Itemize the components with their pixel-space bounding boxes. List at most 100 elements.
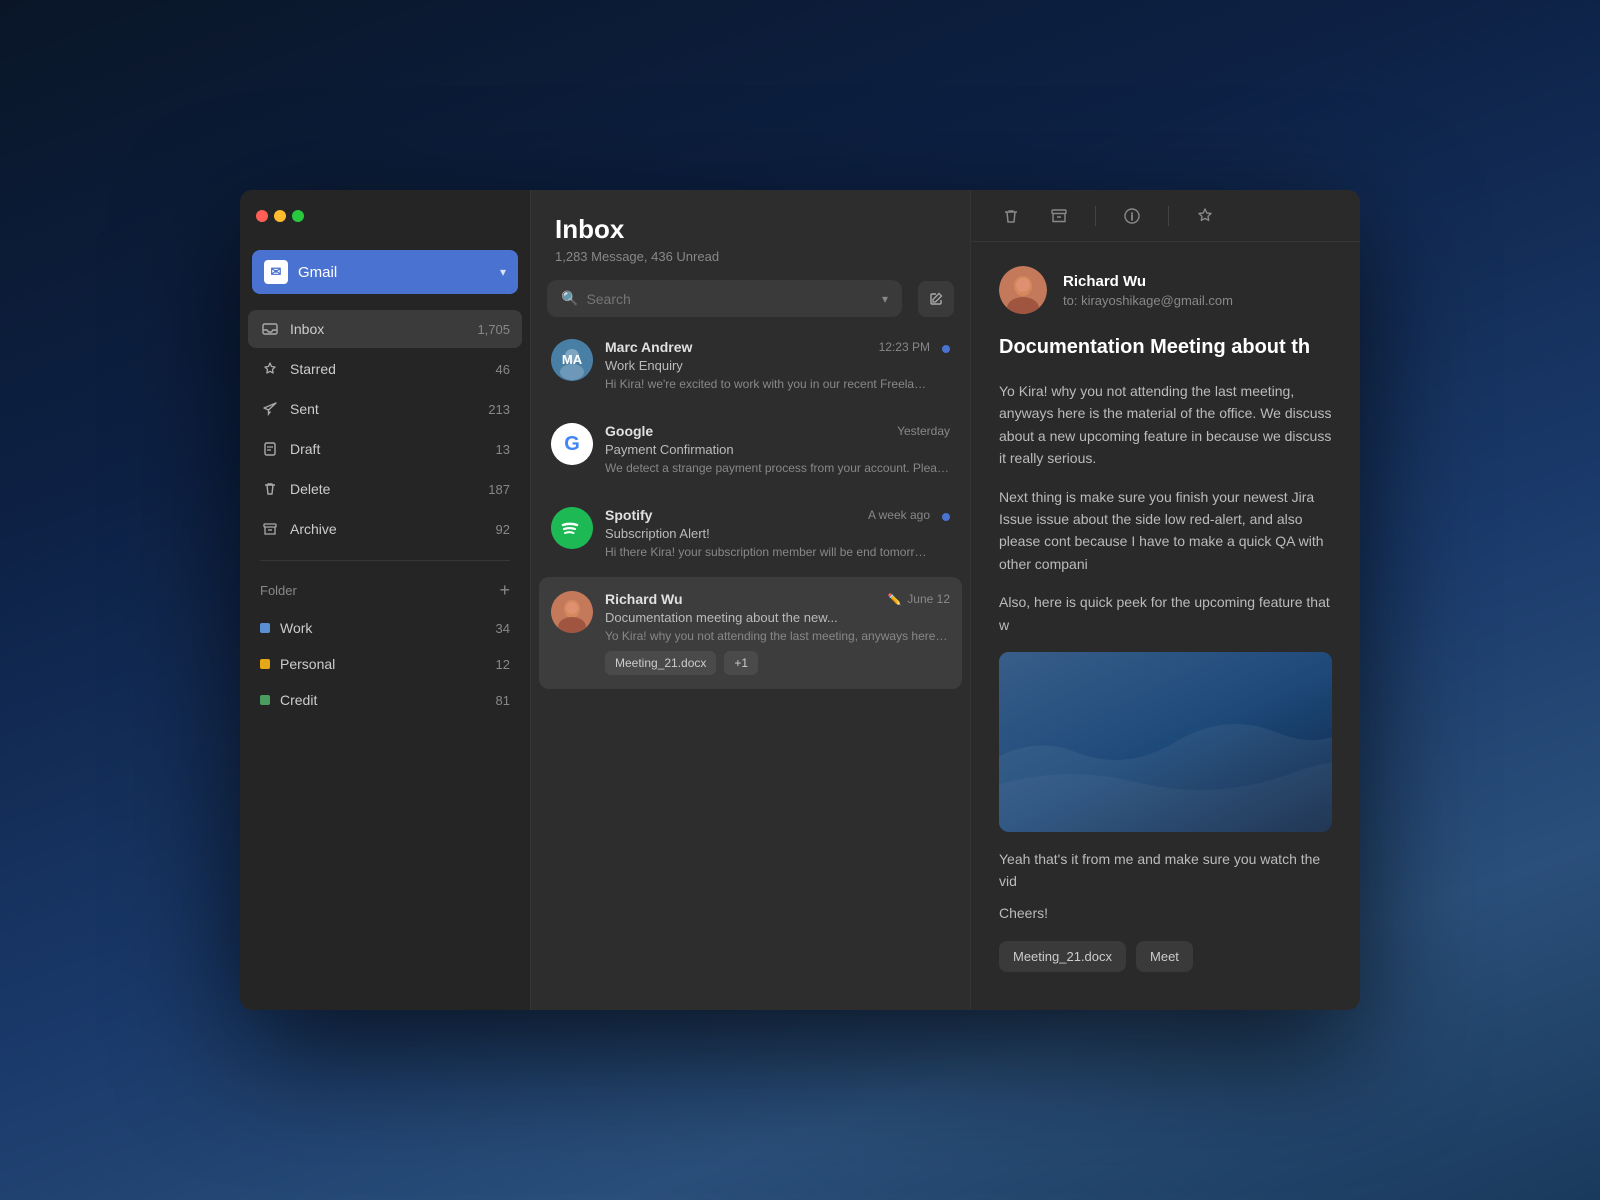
email-subject: Documentation meeting about the new...	[605, 610, 950, 625]
email-sender: Google	[605, 423, 653, 439]
email-content-richard: Richard Wu ✏️ June 12 Documentation meet…	[605, 591, 950, 675]
sent-count: 213	[488, 402, 510, 417]
sidebar: ✉ Gmail ▾ Inbox 1,705 Starred 46	[240, 190, 530, 1010]
email-top: Google Yesterday	[605, 423, 950, 439]
sidebar-item-personal[interactable]: Personal 12	[248, 647, 522, 681]
sidebar-item-sent[interactable]: Sent 213	[248, 390, 522, 428]
email-top: Richard Wu ✏️ June 12	[605, 591, 950, 607]
delete-count: 187	[488, 482, 510, 497]
compose-button[interactable]	[918, 281, 954, 317]
email-preview: Yo Kira! why you not attending the last …	[605, 629, 950, 643]
detail-attachment-2[interactable]: Meet	[1136, 941, 1193, 972]
email-item-marc[interactable]: MA Marc Andrew 12:23 PM Work Enquiry Hi …	[539, 325, 962, 405]
info-toolbar-button[interactable]	[1116, 200, 1148, 232]
attachment-more[interactable]: +1	[724, 651, 758, 675]
inbox-subtitle: 1,283 Message, 436 Unread	[555, 249, 946, 264]
add-folder-button[interactable]: +	[499, 581, 510, 599]
email-sender: Marc Andrew	[605, 339, 692, 355]
email-item-richard[interactable]: Richard Wu ✏️ June 12 Documentation meet…	[539, 577, 962, 689]
chevron-down-icon: ▾	[500, 265, 506, 279]
email-attachments: Meeting_21.docx +1	[605, 651, 950, 675]
archive-toolbar-button[interactable]	[1043, 200, 1075, 232]
sidebar-item-archive[interactable]: Archive 92	[248, 510, 522, 548]
sidebar-item-starred[interactable]: Starred 46	[248, 350, 522, 388]
credit-folder-icon	[260, 695, 270, 705]
inbox-count: 1,705	[477, 322, 510, 337]
email-time: 12:23 PM	[879, 340, 930, 354]
email-content-google: Google Yesterday Payment Confirmation We…	[605, 423, 950, 475]
maximize-button[interactable]	[292, 210, 304, 222]
toolbar-divider-2	[1168, 206, 1169, 226]
email-item-google[interactable]: G Google Yesterday Payment Confirmation …	[539, 409, 962, 489]
personal-count: 12	[496, 657, 510, 672]
search-icon: 🔍	[561, 290, 578, 307]
traffic-lights	[256, 210, 304, 222]
draft-icon	[260, 439, 280, 459]
email-time: June 12	[907, 592, 950, 606]
account-selector[interactable]: ✉ Gmail ▾	[252, 250, 518, 294]
edit-icon: ✏️	[888, 593, 902, 606]
email-content-spotify: Spotify A week ago Subscription Alert! H…	[605, 507, 930, 559]
inbox-header: Inbox 1,283 Message, 436 Unread	[531, 190, 970, 280]
attachment-chip[interactable]: Meeting_21.docx	[605, 651, 716, 675]
sidebar-item-work[interactable]: Work 34	[248, 611, 522, 645]
personal-label: Personal	[280, 656, 496, 672]
detail-sender-avatar	[999, 266, 1047, 314]
archive-icon	[260, 519, 280, 539]
sidebar-item-draft[interactable]: Draft 13	[248, 430, 522, 468]
sidebar-item-inbox[interactable]: Inbox 1,705	[248, 310, 522, 348]
svg-text:G: G	[564, 433, 580, 455]
email-preview: We detect a strange payment process from…	[605, 461, 950, 475]
email-subject: Payment Confirmation	[605, 442, 950, 457]
email-top: Marc Andrew 12:23 PM	[605, 339, 930, 355]
detail-preview-image	[999, 652, 1332, 832]
inbox-label: Inbox	[290, 321, 477, 337]
close-button[interactable]	[256, 210, 268, 222]
credit-count: 81	[496, 693, 510, 708]
sent-label: Sent	[290, 401, 488, 417]
search-input[interactable]	[586, 291, 874, 307]
nav-items: Inbox 1,705 Starred 46 Sent 213	[240, 310, 530, 1010]
attachment-name: Meeting_21.docx	[615, 656, 706, 670]
attachment-more-label: +1	[734, 656, 748, 670]
email-top: Spotify A week ago	[605, 507, 930, 523]
email-item-spotify[interactable]: Spotify A week ago Subscription Alert! H…	[539, 493, 962, 573]
minimize-button[interactable]	[274, 210, 286, 222]
detail-subject: Documentation Meeting about th	[999, 334, 1332, 360]
inbox-title: Inbox	[555, 214, 946, 245]
email-sender: Richard Wu	[605, 591, 683, 607]
unread-indicator	[942, 513, 950, 521]
trash-icon	[260, 479, 280, 499]
inbox-icon	[260, 319, 280, 339]
sidebar-item-delete[interactable]: Delete 187	[248, 470, 522, 508]
personal-folder-icon	[260, 659, 270, 669]
detail-body-paragraph-1: Yo Kira! why you not attending the last …	[999, 380, 1332, 470]
account-left: ✉ Gmail	[264, 260, 337, 284]
starred-label: Starred	[290, 361, 496, 377]
avatar-spotify	[551, 507, 593, 549]
draft-count: 13	[496, 442, 510, 457]
detail-image-inner	[999, 652, 1332, 832]
sidebar-item-credit[interactable]: Credit 81	[248, 683, 522, 717]
filter-icon[interactable]: ▾	[882, 292, 888, 306]
email-list: MA Marc Andrew 12:23 PM Work Enquiry Hi …	[531, 325, 970, 1010]
email-subject: Subscription Alert!	[605, 526, 930, 541]
email-detail: Richard Wu to: kirayoshikage@gmail.com D…	[970, 190, 1360, 1010]
titlebar	[240, 190, 530, 242]
search-bar[interactable]: 🔍 ▾	[547, 280, 902, 317]
email-time: Yesterday	[897, 424, 950, 438]
folder-title: Folder	[260, 583, 297, 598]
toolbar-divider	[1095, 206, 1096, 226]
detail-from: Richard Wu to: kirayoshikage@gmail.com	[999, 266, 1332, 314]
unread-indicator	[942, 345, 950, 353]
avatar-richard	[551, 591, 593, 633]
email-subject: Work Enquiry	[605, 358, 930, 373]
star-toolbar-button[interactable]	[1189, 200, 1221, 232]
detail-footer-text: Yeah that's it from me and make sure you…	[999, 848, 1332, 893]
archive-count: 92	[496, 522, 510, 537]
account-name: Gmail	[298, 264, 337, 281]
delete-label: Delete	[290, 481, 488, 497]
delete-toolbar-button[interactable]	[995, 200, 1027, 232]
email-time: A week ago	[868, 508, 930, 522]
detail-attachment-1[interactable]: Meeting_21.docx	[999, 941, 1126, 972]
